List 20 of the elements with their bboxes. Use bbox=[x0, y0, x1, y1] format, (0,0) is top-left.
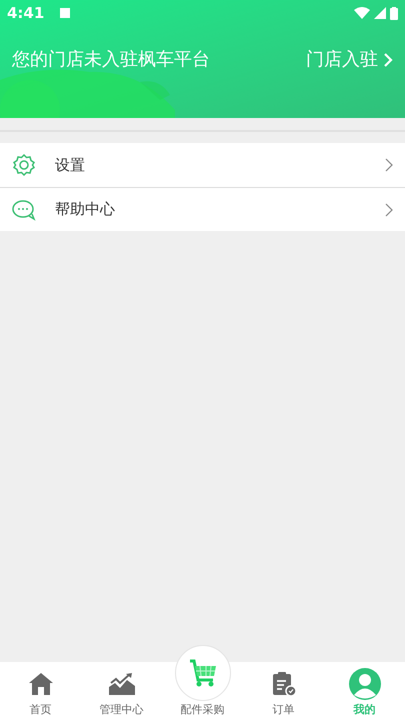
tab-item[interactable]: 首页 bbox=[0, 662, 81, 720]
clipboard-icon bbox=[270, 670, 296, 696]
chevron-right-icon bbox=[385, 158, 393, 172]
chat-bubbles-icon bbox=[12, 198, 36, 220]
chevron-right-icon bbox=[385, 202, 393, 216]
avatar-icon bbox=[348, 668, 380, 700]
trend-chart-icon bbox=[108, 672, 134, 694]
wifi-icon bbox=[354, 7, 370, 19]
menu-item[interactable]: 设置 bbox=[0, 143, 405, 187]
status-time: 4:41 bbox=[7, 2, 44, 24]
home-icon bbox=[28, 672, 54, 696]
shopping-cart-icon bbox=[188, 658, 218, 688]
tab-item[interactable]: 订单 bbox=[243, 662, 324, 720]
settings-icon bbox=[12, 153, 36, 177]
tab-item[interactable]: 管理中心 bbox=[81, 662, 162, 720]
signal-icon bbox=[374, 7, 386, 19]
menu-item[interactable]: 帮助中心 bbox=[0, 187, 405, 231]
header-title: 您的门店未入驻枫车平台 bbox=[12, 48, 210, 72]
chevron-right-icon bbox=[384, 52, 393, 66]
battery-icon bbox=[390, 6, 398, 20]
